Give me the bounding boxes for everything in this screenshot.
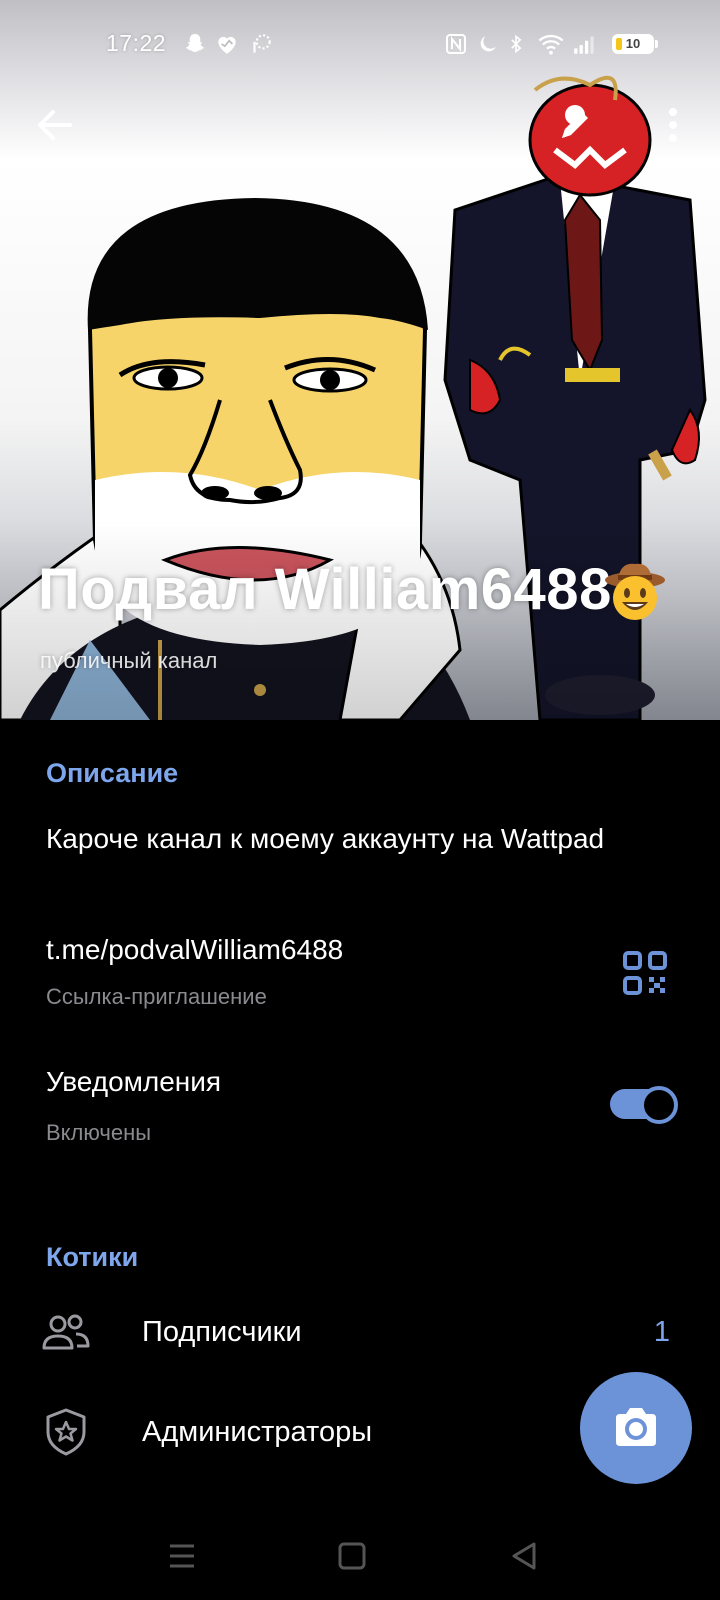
signal-icon (574, 36, 594, 54)
status-bar: 17:22 10 (0, 0, 720, 90)
subscribers-row[interactable]: Подписчики 1 (0, 1288, 720, 1378)
notifications-label: Уведомления (46, 1066, 222, 1097)
toggle-knob (640, 1086, 678, 1124)
heart-icon (218, 36, 236, 54)
wifi-icon (538, 34, 564, 55)
description-header: Описание (46, 758, 179, 788)
subscribers-label: Подписчики (142, 1316, 302, 1348)
notifications-state: Включены (46, 1120, 152, 1145)
moon-icon (480, 36, 496, 52)
more-vertical-icon (669, 108, 677, 142)
qr-code-button[interactable] (622, 950, 668, 996)
system-navigation-bar (0, 1510, 720, 1600)
bluetooth-icon (511, 34, 522, 54)
arrow-left-icon (38, 110, 72, 140)
notifications-toggle[interactable] (610, 1086, 678, 1124)
back-button[interactable] (30, 100, 80, 150)
users-icon (42, 1314, 90, 1350)
status-time: 17:22 (106, 30, 167, 56)
members-section-header: Котики (46, 1242, 139, 1272)
home-square-icon[interactable] (330, 1534, 374, 1578)
pencil-icon (562, 112, 588, 138)
battery-icon: 10 (612, 34, 654, 54)
channel-title: Подвал William6488 (38, 557, 612, 622)
cowboy-emoji-icon (605, 563, 665, 620)
pinwheel-icon (253, 34, 271, 53)
invite-link[interactable]: t.me/podvalWilliam6488 (46, 934, 343, 966)
channel-profile-screen: 17:22 10 Подвал William6488 публичный ка… (0, 0, 720, 1600)
set-photo-button[interactable] (580, 1372, 692, 1484)
administrators-label: Администраторы (142, 1416, 373, 1448)
more-options-button[interactable] (648, 100, 698, 150)
channel-description: Кароче канал к моему аккаунту на Wattpad (46, 823, 605, 854)
battery-cap (655, 40, 658, 48)
qr-code-icon (623, 951, 667, 995)
battery-level: 10 (625, 36, 641, 51)
invite-link-caption: Ссылка-приглашение (46, 984, 267, 1009)
channel-cover: 17:22 10 Подвал William6488 публичный ка… (0, 0, 720, 720)
edit-button[interactable] (550, 100, 600, 150)
camera-icon (616, 1408, 656, 1446)
back-triangle-icon[interactable] (502, 1534, 546, 1578)
channel-type: публичный канал (40, 648, 218, 673)
nfc-icon (446, 34, 466, 54)
menu-icon[interactable] (160, 1534, 204, 1578)
snapchat-icon (185, 34, 205, 52)
subscribers-count: 1 (653, 1316, 670, 1348)
shield-star-icon (46, 1408, 86, 1456)
